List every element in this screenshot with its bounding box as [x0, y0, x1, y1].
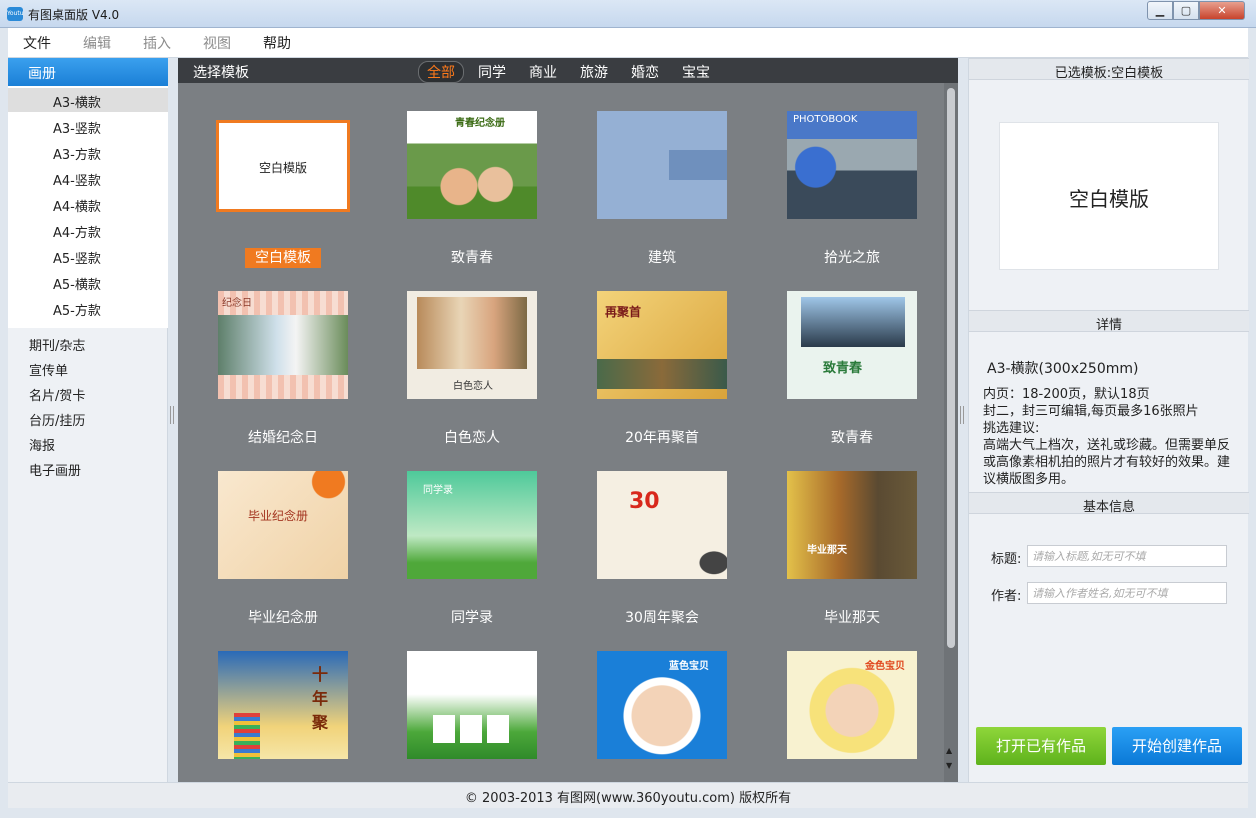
create-new-button[interactable]: 开始创建作品: [1112, 727, 1242, 765]
close-button[interactable]: ✕: [1199, 1, 1245, 20]
size-item-a4-landscape[interactable]: A4-横款: [8, 192, 168, 216]
open-existing-button[interactable]: 打开已有作品: [976, 727, 1106, 765]
category-flyer[interactable]: 宣传单: [29, 360, 68, 379]
template-caption: 毕业纪念册: [248, 610, 318, 626]
template-header: 选择模板 全部 同学 商业 旅游 婚恋 宝宝: [178, 58, 958, 83]
blank-thumb-label: 空白模版: [258, 161, 307, 175]
template-caption: 20年再聚首: [625, 430, 699, 446]
template-thumb[interactable]: 白色恋人: [407, 291, 537, 399]
detail-size: A3-横款(300x250mm): [987, 361, 1139, 377]
right-splitter-handle[interactable]: [960, 406, 964, 424]
window-title: 有图桌面版 V4.0: [28, 8, 120, 22]
template-panel: 选择模板 全部 同学 商业 旅游 婚恋 宝宝 空白模版 空白模板 青春纪念册 致…: [170, 58, 964, 782]
album-size-list: A3-横款 A3-竖款 A3-方款 A4-竖款 A4-横款 A4-方款 A5-竖…: [8, 86, 168, 328]
size-item-a5-square[interactable]: A5-方款: [8, 296, 168, 320]
filter-tab-business[interactable]: 商业: [529, 62, 557, 82]
template-thumb[interactable]: 十年聚: [218, 651, 348, 759]
left-splitter-handle[interactable]: [170, 406, 174, 424]
scroll-down-arrow-icon[interactable]: ▼: [946, 761, 952, 770]
filter-tab-baby[interactable]: 宝宝: [682, 62, 710, 82]
template-thumb[interactable]: 金色宝贝: [787, 651, 917, 759]
template-caption: 空白模板: [188, 247, 378, 268]
title-label: 标题:: [991, 552, 1022, 567]
menu-bar: 文件 编辑 插入 视图 帮助: [8, 28, 1248, 58]
details-header: 详情: [969, 310, 1249, 333]
template-caption: 白色恋人: [444, 430, 500, 446]
maximize-button[interactable]: ▢: [1173, 1, 1199, 20]
title-input[interactable]: [1027, 545, 1227, 567]
scroll-up-arrow-icon[interactable]: ▲: [946, 746, 952, 755]
filter-tab-classmates[interactable]: 同学: [478, 62, 506, 82]
title-bar: Youtu 有图桌面版 V4.0 ▁ ▢ ✕: [0, 0, 1256, 28]
category-magazine[interactable]: 期刊/杂志: [29, 335, 85, 354]
menu-file[interactable]: 文件: [23, 33, 51, 53]
menu-edit[interactable]: 编辑: [83, 33, 111, 53]
selected-template-header: 已选模板:空白模板: [969, 58, 1249, 81]
size-item-a3-square[interactable]: A3-方款: [8, 140, 168, 164]
filter-tab-wedding[interactable]: 婚恋: [631, 62, 659, 82]
size-item-a4-square[interactable]: A4-方款: [8, 218, 168, 242]
template-caption: 建筑: [648, 250, 676, 266]
maximize-icon: ▢: [1180, 4, 1192, 17]
size-item-a4-portrait[interactable]: A4-竖款: [8, 166, 168, 190]
minimize-icon: ▁: [1155, 4, 1165, 17]
minimize-button[interactable]: ▁: [1147, 1, 1173, 20]
filter-tab-travel[interactable]: 旅游: [580, 62, 608, 82]
template-thumb[interactable]: 同学录: [407, 471, 537, 579]
template-thumb-blank[interactable]: 空白模版: [216, 120, 350, 212]
template-thumb[interactable]: 致青春: [787, 291, 917, 399]
size-item-a3-landscape[interactable]: A3-横款: [8, 88, 168, 112]
template-panel-title: 选择模板: [193, 65, 249, 81]
template-thumb[interactable]: 毕业那天: [787, 471, 917, 579]
author-label: 作者:: [991, 589, 1022, 604]
details-panel: 已选模板:空白模板 空白模版 详情 A3-横款(300x250mm) 内页：18…: [968, 58, 1249, 782]
template-thumb[interactable]: 纪念日: [218, 291, 348, 399]
preview-label: 空白模版: [1069, 187, 1149, 211]
template-preview: 空白模版: [999, 122, 1219, 270]
status-bar: © 2003-2013 有图网(www.360youtu.com) 版权所有: [8, 782, 1248, 808]
template-caption: 拾光之旅: [824, 250, 880, 266]
size-item-a5-portrait[interactable]: A5-竖款: [8, 244, 168, 268]
filter-tab-all[interactable]: 全部: [418, 61, 464, 83]
template-caption: 致青春: [831, 430, 873, 446]
template-thumb[interactable]: [407, 651, 537, 759]
template-caption: 结婚纪念日: [248, 430, 318, 446]
template-caption: 同学录: [451, 610, 493, 626]
app-logo-icon: Youtu: [7, 7, 24, 21]
close-icon: ✕: [1217, 4, 1227, 17]
scrollbar-thumb[interactable]: [947, 88, 955, 648]
template-caption: 致青春: [451, 250, 493, 266]
template-thumb[interactable]: 毕业纪念册: [218, 471, 348, 579]
template-thumb[interactable]: 蓝色宝贝: [597, 651, 727, 759]
template-thumb[interactable]: 30: [597, 471, 727, 579]
template-thumb[interactable]: 再聚首: [597, 291, 727, 399]
category-e-album[interactable]: 电子画册: [29, 460, 81, 479]
template-thumb[interactable]: 青春纪念册: [407, 111, 537, 219]
category-calendar[interactable]: 台历/挂历: [29, 410, 85, 429]
template-caption: 毕业那天: [824, 610, 880, 626]
category-poster[interactable]: 海报: [29, 435, 55, 454]
template-caption: 30周年聚会: [625, 610, 699, 626]
size-item-a3-portrait[interactable]: A3-竖款: [8, 114, 168, 138]
category-card[interactable]: 名片/贺卡: [29, 385, 85, 404]
category-album[interactable]: 画册: [8, 58, 168, 86]
category-sidebar: 画册 A3-横款 A3-竖款 A3-方款 A4-竖款 A4-横款 A4-方款 A…: [8, 58, 168, 782]
template-thumb[interactable]: PHOTOBOOK: [787, 111, 917, 219]
author-input[interactable]: [1027, 582, 1227, 604]
menu-insert[interactable]: 插入: [143, 33, 171, 53]
menu-view[interactable]: 视图: [203, 33, 231, 53]
basic-info-header: 基本信息: [969, 492, 1249, 515]
menu-help[interactable]: 帮助: [263, 33, 291, 53]
detail-description: 内页：18-200页，默认18页 封二，封三可编辑,每页最多16张照片 挑选建议…: [983, 387, 1231, 487]
size-item-a5-landscape[interactable]: A5-横款: [8, 270, 168, 294]
template-thumb[interactable]: [597, 111, 727, 219]
